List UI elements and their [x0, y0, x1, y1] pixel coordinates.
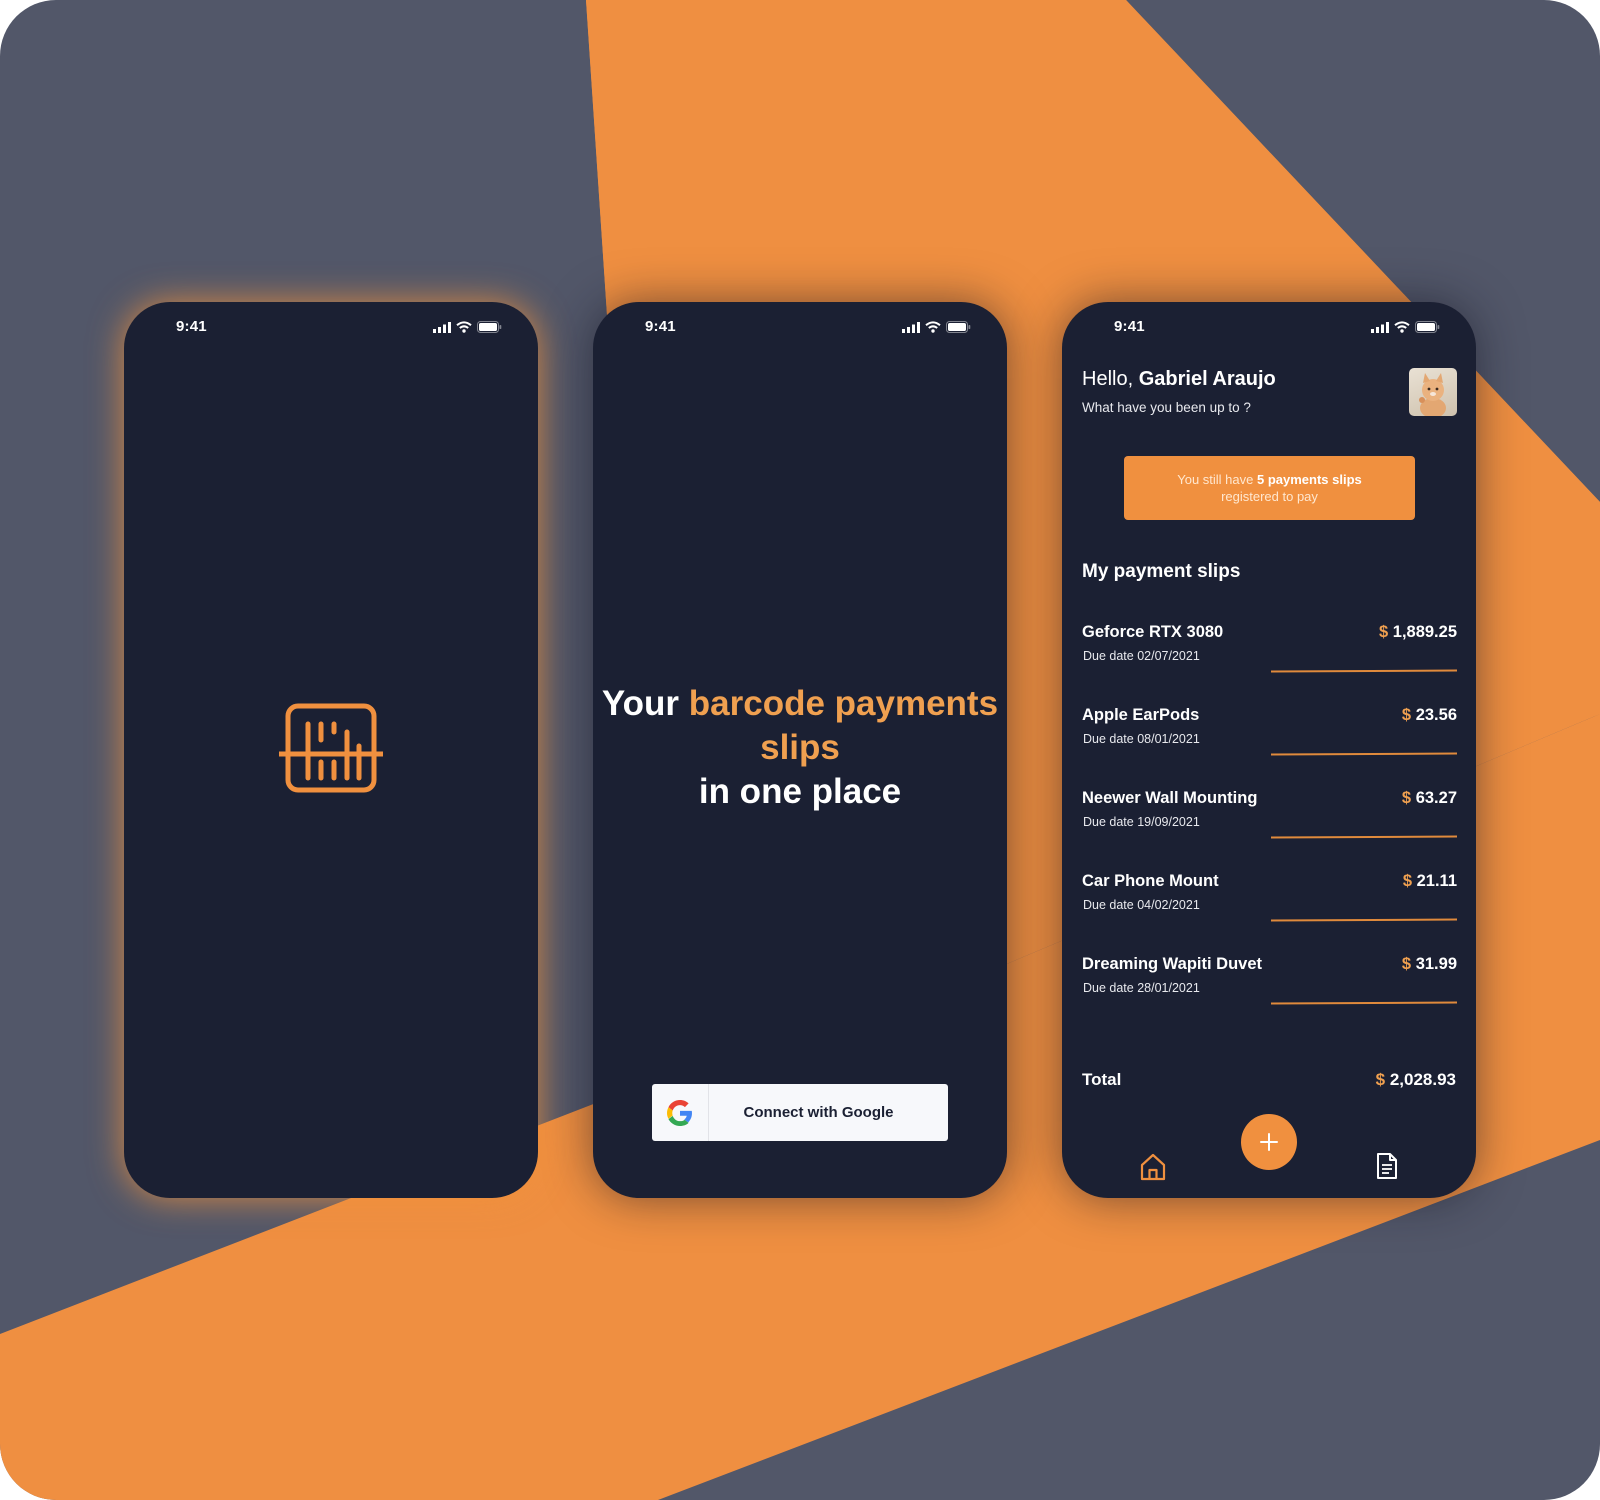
slip-amount: $ 31.99 [1401, 955, 1457, 973]
slip-amount: $ 23.56 [1401, 706, 1457, 724]
login-headline: Your barcode payments slips in one place [601, 684, 999, 811]
slip-due-date: Due date 08/01/2021 [1083, 732, 1200, 746]
wifi-icon [456, 321, 472, 333]
slip-due-date: Due date 28/01/2021 [1083, 981, 1200, 995]
wifi-icon [1394, 321, 1410, 333]
battery-icon [946, 321, 971, 333]
payment-slip-item[interactable]: Neewer Wall Mounting Due date 19/09/2021… [1082, 789, 1458, 859]
connect-google-button[interactable]: Connect with Google [652, 1084, 948, 1141]
cat-avatar-icon [1419, 373, 1446, 416]
slip-divider [1270, 835, 1458, 838]
google-icon [667, 1099, 692, 1126]
slip-due-date: Due date 19/09/2021 [1083, 815, 1200, 829]
signal-icon [433, 321, 451, 333]
status-bar: 9:41 [593, 302, 1007, 350]
signal-icon [1371, 321, 1389, 333]
status-time: 9:41 [176, 318, 207, 335]
headline-highlight: barcode payments slips [688, 684, 999, 767]
greeting-subtitle: What have you been up to ? [1082, 400, 1251, 415]
wifi-icon [925, 321, 941, 333]
showcase-canvas: 9:41 9:41 Your barcode payments slips in… [0, 0, 1600, 1500]
login-screen: 9:41 Your barcode payments slips in one … [593, 302, 1007, 1198]
total-amount: $ 2,028.93 [1375, 1070, 1456, 1089]
status-time: 9:41 [1114, 318, 1145, 335]
status-bar: 9:41 [1062, 302, 1476, 350]
barcode-logo-icon [279, 703, 383, 793]
slip-amount: $ 63.27 [1401, 789, 1457, 807]
total-label: Total [1082, 1070, 1122, 1089]
slip-divider [1270, 669, 1458, 672]
status-bar: 9:41 [124, 302, 538, 350]
slip-amount: $ 21.11 [1402, 872, 1457, 890]
signal-icon [902, 321, 920, 333]
slip-name: Dreaming Wapiti Duvet [1082, 955, 1262, 973]
slip-name: Neewer Wall Mounting [1082, 789, 1258, 807]
plus-icon [1260, 1133, 1278, 1151]
slip-name: Apple EarPods [1082, 706, 1200, 724]
battery-icon [1415, 321, 1440, 333]
status-time: 9:41 [645, 318, 676, 335]
slip-due-date: Due date 02/07/2021 [1083, 649, 1200, 663]
pending-slips-banner: You still have 5 payments slips register… [1124, 456, 1415, 520]
splash-screen: 9:41 [124, 302, 538, 1198]
connect-google-label: Connect with Google [743, 1104, 894, 1121]
user-name: Gabriel Araujo [1138, 368, 1276, 390]
section-title: My payment slips [1082, 561, 1241, 582]
home-icon[interactable] [1140, 1153, 1166, 1181]
document-icon[interactable] [1375, 1152, 1399, 1180]
slip-divider [1270, 1001, 1458, 1004]
battery-icon [477, 321, 502, 333]
add-slip-button[interactable] [1241, 1114, 1297, 1170]
avatar[interactable] [1409, 368, 1457, 416]
payment-slip-item[interactable]: Dreaming Wapiti Duvet Due date 28/01/202… [1082, 955, 1458, 1025]
slip-due-date: Due date 04/02/2021 [1083, 898, 1200, 912]
payment-slip-item[interactable]: Car Phone Mount Due date 04/02/2021 $ 21… [1082, 872, 1458, 942]
slip-divider [1270, 918, 1458, 921]
payment-slip-item[interactable]: Geforce RTX 3080 Due date 02/07/2021 $ 1… [1082, 623, 1458, 693]
payment-slip-item[interactable]: Apple EarPods Due date 08/01/2021 $ 23.5… [1082, 706, 1458, 776]
home-screen: 9:41 Hello, Gabriel Araujo What have you… [1062, 302, 1476, 1198]
greeting: Hello, Gabriel Araujo [1082, 368, 1276, 390]
slip-name: Geforce RTX 3080 [1082, 623, 1224, 641]
slip-name: Car Phone Mount [1082, 872, 1219, 890]
slip-amount: $ 1,889.25 [1378, 623, 1457, 641]
slip-divider [1270, 752, 1458, 755]
